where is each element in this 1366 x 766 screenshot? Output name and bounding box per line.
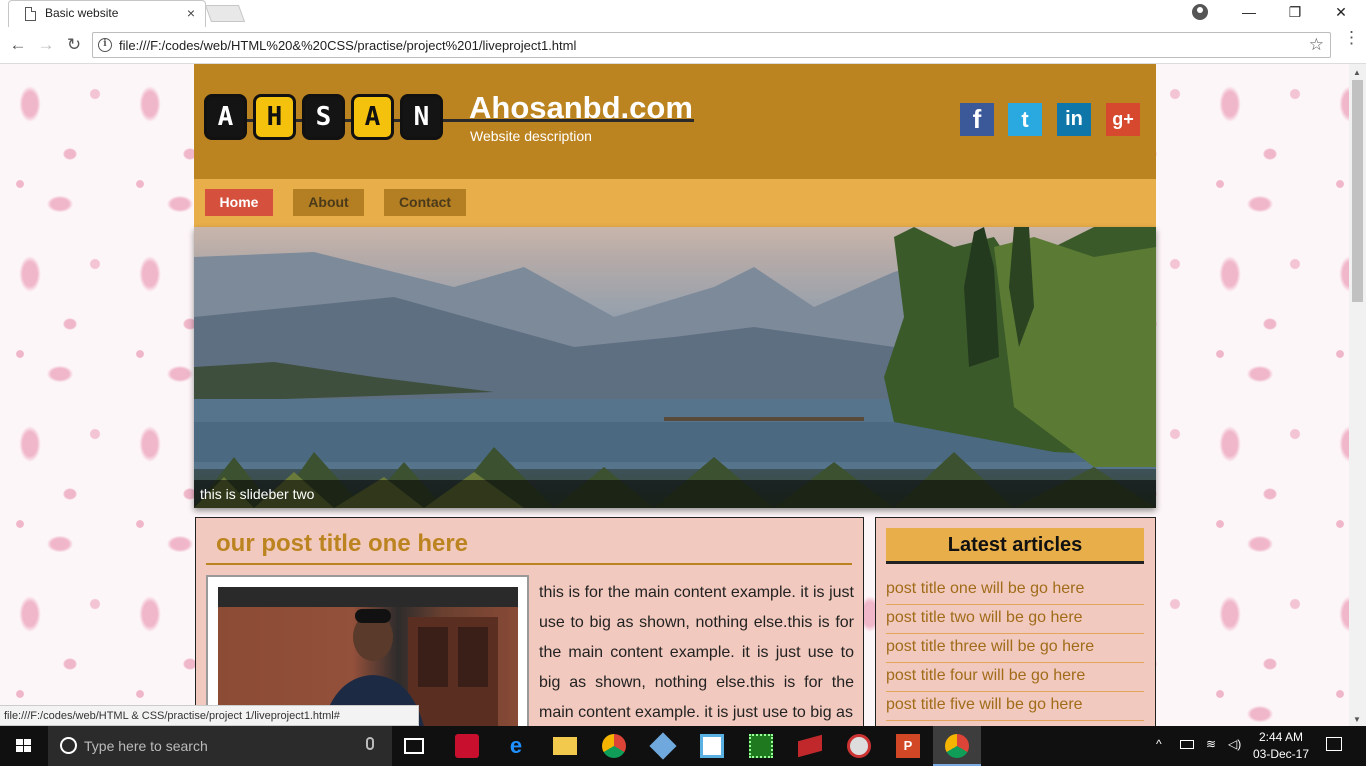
- taskbar-search[interactable]: Type here to search: [48, 726, 392, 766]
- clock-time: 2:44 AM: [1258, 730, 1304, 744]
- chrome-active-icon: [945, 734, 969, 758]
- minimize-button[interactable]: —: [1226, 0, 1272, 27]
- site-description: Website description: [470, 128, 592, 144]
- article-link[interactable]: post title two will be go here: [886, 605, 1144, 634]
- google-plus-icon[interactable]: g+: [1106, 103, 1140, 136]
- close-tab-icon[interactable]: ×: [187, 5, 195, 21]
- wifi-icon[interactable]: ≋: [1206, 737, 1216, 751]
- maximize-button[interactable]: ❐: [1272, 0, 1318, 27]
- ahsan-logo: A H S A N: [204, 94, 694, 142]
- chrome-taskbar-active[interactable]: [933, 726, 981, 766]
- nav-home[interactable]: Home: [205, 189, 273, 216]
- nav-contact[interactable]: Contact: [384, 189, 466, 216]
- notifications-icon[interactable]: [1326, 737, 1342, 751]
- notepadpp-icon[interactable]: [700, 734, 724, 758]
- battery-icon[interactable]: [1180, 740, 1194, 749]
- page-icon: [25, 7, 36, 21]
- page-scrollbar[interactable]: ▲ ▼: [1349, 64, 1366, 726]
- search-placeholder: Type here to search: [84, 738, 208, 754]
- new-tab-button[interactable]: [204, 5, 246, 22]
- browser-toolbar: ← → ↻ i file:///F:/codes/web/HTML%20&%20…: [0, 27, 1366, 64]
- windows-icon: [16, 739, 32, 753]
- paint-icon[interactable]: [847, 734, 871, 758]
- url-text[interactable]: file:///F:/codes/web/HTML%20&%20CSS/prac…: [119, 38, 576, 53]
- tab-title: Basic website: [45, 6, 119, 20]
- article-link[interactable]: post title three will be go here: [886, 634, 1144, 663]
- logo-tile: A: [351, 94, 394, 140]
- facebook-icon[interactable]: f: [960, 103, 994, 136]
- show-hidden-icons-icon[interactable]: ^: [1156, 737, 1162, 751]
- twitter-icon[interactable]: t: [1008, 103, 1042, 136]
- slider-caption: this is slideber two: [194, 480, 1156, 508]
- virtualbox-icon[interactable]: [649, 732, 677, 760]
- account-icon[interactable]: [1192, 4, 1208, 20]
- article-link[interactable]: post title five will be go here: [886, 692, 1144, 721]
- powerpoint-icon[interactable]: P: [896, 734, 920, 758]
- task-view-icon[interactable]: [404, 738, 424, 754]
- logo-tile: N: [400, 94, 443, 140]
- main-content: our post title one here this is for the …: [195, 517, 864, 726]
- post-body: this is for the main content example. it…: [539, 584, 854, 721]
- chrome-icon[interactable]: [602, 734, 626, 758]
- image-slider[interactable]: this is slideber two: [194, 227, 1156, 508]
- volume-icon[interactable]: ◁): [1228, 737, 1241, 751]
- scroll-thumb[interactable]: [1352, 80, 1363, 302]
- forward-button[interactable]: →: [34, 33, 58, 57]
- microphone-icon[interactable]: [366, 737, 374, 750]
- site-header: A H S A N Ahosanbd.com Website descripti…: [194, 64, 1156, 179]
- circuit-icon[interactable]: [749, 734, 773, 758]
- close-window-button[interactable]: ✕: [1318, 0, 1364, 27]
- reload-button[interactable]: ↻: [62, 33, 86, 57]
- book-app-icon[interactable]: [798, 734, 822, 758]
- sidebar: Latest articles post title one will be g…: [875, 517, 1156, 726]
- status-url-bubble: file:///F:/codes/web/HTML & CSS/practise…: [0, 705, 419, 726]
- bookmark-star-icon[interactable]: ☆: [1309, 35, 1324, 55]
- edge-icon[interactable]: e: [504, 734, 528, 758]
- sidebar-heading: Latest articles: [886, 528, 1144, 564]
- linkedin-icon[interactable]: in: [1057, 103, 1091, 136]
- lake-landscape-image: [194, 227, 1156, 508]
- nav-about[interactable]: About: [293, 189, 364, 216]
- logo-tile: A: [204, 94, 247, 140]
- post-title[interactable]: our post title one here: [216, 530, 468, 558]
- start-button[interactable]: [0, 726, 48, 766]
- post-title-divider: [206, 563, 852, 565]
- back-button[interactable]: ←: [6, 33, 30, 57]
- site-title: Ahosanbd.com: [469, 90, 693, 125]
- clock-date: 03-Dec-17: [1252, 747, 1310, 761]
- logo-tile: S: [302, 94, 345, 140]
- website-container: A H S A N Ahosanbd.com Website descripti…: [194, 64, 1156, 726]
- scroll-down-arrow-icon[interactable]: ▼: [1353, 715, 1361, 724]
- article-link[interactable]: post title one will be go here: [886, 576, 1144, 605]
- logo-tile: H: [253, 94, 296, 140]
- download-manager-icon[interactable]: [455, 734, 479, 758]
- system-clock[interactable]: 2:44 AM 03-Dec-17: [1251, 729, 1311, 763]
- article-link[interactable]: post title four will be go here: [886, 663, 1144, 692]
- info-icon[interactable]: i: [98, 38, 112, 52]
- tab-strip: Basic website × — ❐ ✕: [0, 0, 1366, 27]
- post-image-frame: [206, 575, 529, 726]
- browser-menu-icon[interactable]: ⋮: [1343, 29, 1360, 46]
- latest-articles-list: post title one will be go here post titl…: [886, 576, 1144, 721]
- cortana-icon: [60, 737, 77, 754]
- site-nav: Home About Contact: [194, 179, 1156, 227]
- scroll-up-arrow-icon[interactable]: ▲: [1353, 68, 1361, 77]
- page-viewport: A H S A N Ahosanbd.com Website descripti…: [0, 64, 1349, 726]
- browser-tab[interactable]: Basic website ×: [8, 0, 206, 27]
- address-bar[interactable]: i file:///F:/codes/web/HTML%20&%20CSS/pr…: [92, 32, 1331, 58]
- windows-taskbar: Type here to search e P ^ ≋ ◁) 2:44 AM 0…: [0, 726, 1366, 766]
- file-explorer-icon[interactable]: [553, 737, 577, 755]
